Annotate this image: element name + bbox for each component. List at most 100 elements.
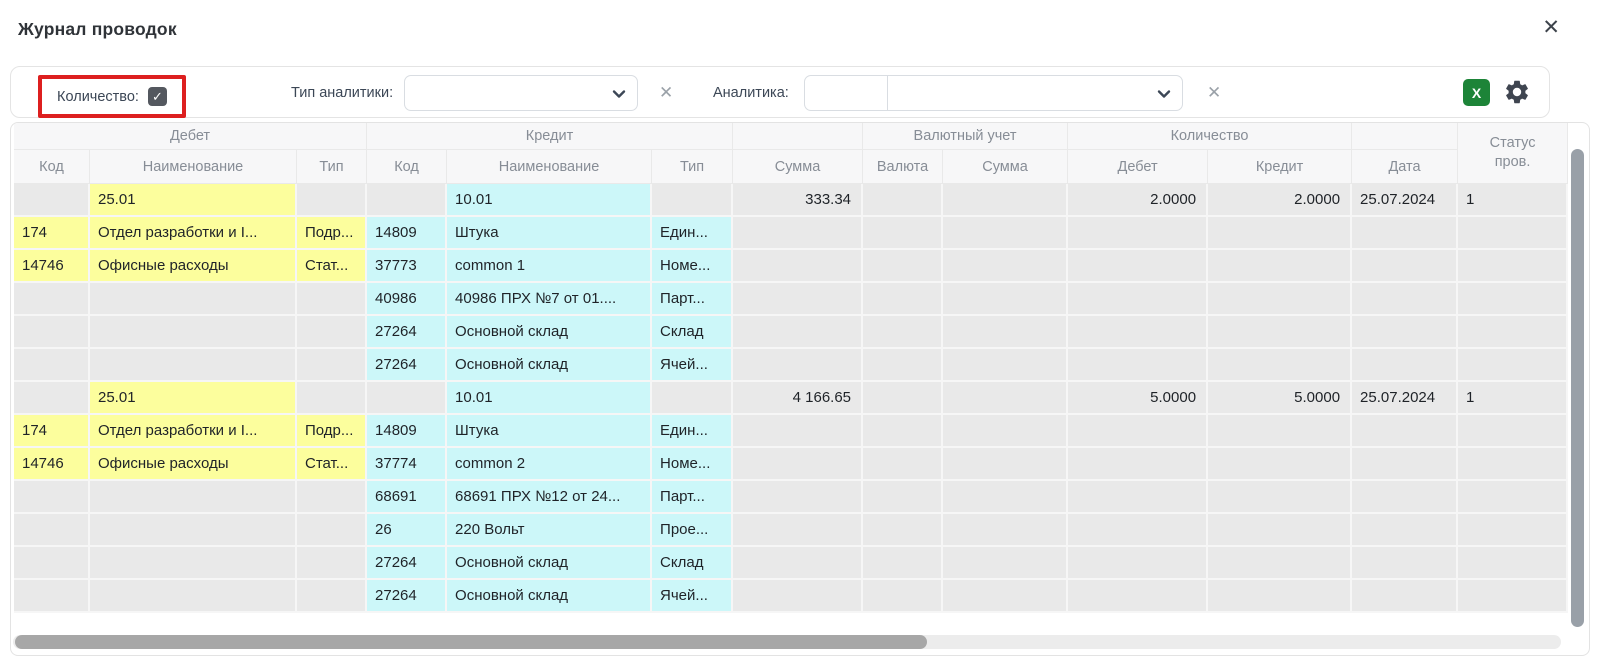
cell[interactable] (1352, 349, 1458, 382)
table-row[interactable]: 27264Основной складЯчей... (14, 580, 1568, 613)
cell[interactable] (943, 547, 1068, 580)
cell[interactable]: 37773 (367, 250, 447, 283)
cell[interactable] (1208, 547, 1352, 580)
table-row[interactable]: 26220 ВольтПрое... (14, 514, 1568, 547)
cell[interactable] (297, 514, 367, 547)
cell[interactable] (1208, 448, 1352, 481)
cell[interactable]: 40986 (367, 283, 447, 316)
table-row[interactable]: 6869168691 ПРХ №12 от 24...Парт... (14, 481, 1568, 514)
quantity-checkbox[interactable]: ✓ (148, 87, 167, 106)
cell[interactable] (1352, 481, 1458, 514)
cell[interactable]: 5.0000 (1208, 382, 1352, 415)
cell[interactable]: Подр... (297, 217, 367, 250)
cell[interactable] (1068, 250, 1208, 283)
cell[interactable] (863, 415, 943, 448)
cell[interactable]: Прое... (652, 514, 733, 547)
analytics-type-clear-icon[interactable]: ✕ (659, 67, 673, 119)
cell[interactable]: Един... (652, 217, 733, 250)
table-row[interactable]: 27264Основной складЯчей... (14, 349, 1568, 382)
cell[interactable] (1458, 349, 1568, 382)
cell[interactable] (14, 283, 90, 316)
cell[interactable]: 27264 (367, 580, 447, 613)
cell[interactable]: 40986 ПРХ №7 от 01.... (447, 283, 652, 316)
cell[interactable] (943, 217, 1068, 250)
cell[interactable] (733, 316, 863, 349)
vertical-scrollbar[interactable] (1571, 149, 1584, 627)
cell[interactable] (14, 580, 90, 613)
cell[interactable]: Офисные расходы (90, 250, 297, 283)
cell[interactable]: 14809 (367, 415, 447, 448)
cell[interactable] (90, 481, 297, 514)
cell[interactable] (863, 514, 943, 547)
cell[interactable] (1352, 250, 1458, 283)
cell[interactable]: 174 (14, 217, 90, 250)
cell[interactable] (297, 316, 367, 349)
cell[interactable] (1208, 316, 1352, 349)
cell[interactable]: 1 (1458, 184, 1568, 217)
cell[interactable] (1352, 514, 1458, 547)
cell[interactable] (1352, 448, 1458, 481)
cell[interactable] (1352, 580, 1458, 613)
table-row[interactable]: 27264Основной складСклад (14, 316, 1568, 349)
table-row[interactable]: 174Отдел разработки и I...Подр...14809Шт… (14, 217, 1568, 250)
close-icon[interactable]: ✕ (1542, 17, 1560, 38)
cell[interactable] (733, 547, 863, 580)
table-row[interactable]: 25.0110.01333.342.00002.000025.07.20241 (14, 184, 1568, 217)
cell[interactable]: common 1 (447, 250, 652, 283)
group-header-cell[interactable]: Кредит (367, 123, 733, 150)
cell[interactable] (1458, 250, 1568, 283)
cell[interactable]: 25.01 (90, 382, 297, 415)
cell[interactable]: Ячей... (652, 349, 733, 382)
cell[interactable]: Един... (652, 415, 733, 448)
cell[interactable] (14, 514, 90, 547)
cell[interactable] (733, 481, 863, 514)
cell[interactable]: 68691 (367, 481, 447, 514)
cell[interactable] (1068, 514, 1208, 547)
cell[interactable]: 27264 (367, 316, 447, 349)
column-header-cell[interactable]: Наименование (90, 150, 297, 184)
cell[interactable] (1458, 547, 1568, 580)
cell[interactable] (14, 481, 90, 514)
cell[interactable]: Номе... (652, 250, 733, 283)
cell[interactable] (1458, 514, 1568, 547)
cell[interactable]: 2.0000 (1068, 184, 1208, 217)
column-header-cell[interactable]: Код (14, 150, 90, 184)
cell[interactable] (943, 415, 1068, 448)
table-row[interactable]: 4098640986 ПРХ №7 от 01....Парт... (14, 283, 1568, 316)
cell[interactable] (733, 250, 863, 283)
cell[interactable]: Склад (652, 316, 733, 349)
cell[interactable] (1458, 283, 1568, 316)
cell[interactable] (367, 184, 447, 217)
column-header-cell[interactable]: Наименование (447, 150, 652, 184)
cell[interactable] (863, 250, 943, 283)
cell[interactable] (943, 283, 1068, 316)
table-row[interactable]: 14746Офисные расходыСтат...37773common 1… (14, 250, 1568, 283)
cell[interactable] (1352, 283, 1458, 316)
cell[interactable] (1352, 415, 1458, 448)
cell[interactable]: Офисные расходы (90, 448, 297, 481)
column-header-cell[interactable]: Кредит (1208, 150, 1352, 184)
cell[interactable] (1068, 547, 1208, 580)
cell[interactable] (1068, 580, 1208, 613)
excel-export-button[interactable]: X (1463, 79, 1490, 106)
cell[interactable] (1458, 316, 1568, 349)
cell[interactable] (90, 580, 297, 613)
cell[interactable] (863, 448, 943, 481)
cell[interactable] (1352, 316, 1458, 349)
cell[interactable]: Стат... (297, 448, 367, 481)
cell[interactable] (652, 184, 733, 217)
cell[interactable] (943, 448, 1068, 481)
cell[interactable] (733, 283, 863, 316)
cell[interactable] (297, 184, 367, 217)
cell[interactable]: Основной склад (447, 349, 652, 382)
column-header-cell[interactable]: Тип (297, 150, 367, 184)
cell[interactable]: Основной склад (447, 580, 652, 613)
cell[interactable] (90, 316, 297, 349)
cell[interactable] (1458, 481, 1568, 514)
cell[interactable] (733, 580, 863, 613)
cell[interactable] (733, 217, 863, 250)
cell[interactable]: Основной склад (447, 316, 652, 349)
cell[interactable]: 10.01 (447, 184, 652, 217)
cell[interactable]: common 2 (447, 448, 652, 481)
cell[interactable] (297, 283, 367, 316)
